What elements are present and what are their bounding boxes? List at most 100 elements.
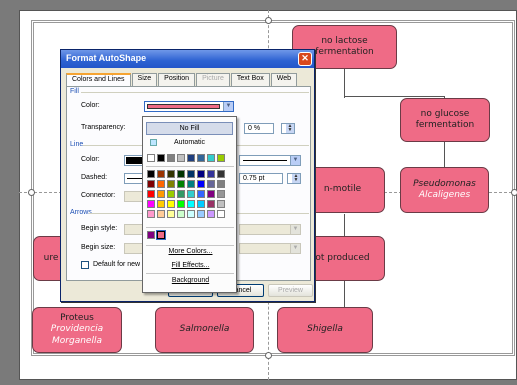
color-swatch[interactable] [167, 154, 175, 162]
tab-web[interactable]: Web [270, 73, 297, 86]
color-swatch[interactable] [167, 190, 175, 198]
background-label: Background [171, 277, 210, 284]
resize-handle-bottom[interactable] [265, 352, 272, 359]
color-swatch[interactable] [197, 180, 205, 188]
tab-colors-and-lines[interactable]: Colors and Lines [66, 73, 131, 87]
node-proteus[interactable]: Proteus Providencia Morganella [32, 307, 122, 353]
color-swatch[interactable] [217, 180, 225, 188]
begin-style-label: Begin style: [81, 225, 118, 232]
color-swatch[interactable] [187, 170, 195, 178]
color-swatch[interactable] [197, 210, 205, 218]
recent-color-swatch[interactable] [147, 231, 155, 239]
transparency-stepper[interactable]: ▲ ▼ [281, 123, 295, 134]
color-swatch[interactable] [177, 200, 185, 208]
color-swatch[interactable] [147, 200, 155, 208]
resize-handle-left[interactable] [28, 189, 35, 196]
connector-line [344, 280, 345, 307]
color-swatch[interactable] [217, 190, 225, 198]
color-swatch[interactable] [207, 154, 215, 162]
recent-color-swatch[interactable] [156, 230, 166, 240]
color-swatch[interactable] [177, 190, 185, 198]
line-weight-field[interactable]: 0.75 pt [239, 173, 283, 184]
line-style-preview [243, 160, 287, 161]
node-shigella[interactable]: Shigella [277, 307, 373, 353]
color-swatch[interactable] [167, 210, 175, 218]
color-swatch[interactable] [207, 200, 215, 208]
line-style-dropdown[interactable]: ▼ [239, 155, 301, 166]
connector-line [344, 214, 345, 236]
node-no-glucose[interactable]: no glucose fermentation [400, 98, 490, 142]
dialog-title: Format AutoShape [66, 53, 147, 63]
color-swatch[interactable] [187, 190, 195, 198]
resize-handle-right[interactable] [511, 189, 517, 196]
background-item[interactable]: Background [143, 277, 238, 284]
node-label: Pseudomonas [413, 178, 476, 189]
color-swatch[interactable] [207, 170, 215, 178]
color-swatch[interactable] [157, 170, 165, 178]
transparency-value-field[interactable]: 0 % [244, 123, 274, 134]
color-swatch[interactable] [177, 154, 185, 162]
color-swatch[interactable] [157, 190, 165, 198]
color-swatch[interactable] [157, 200, 165, 208]
color-swatch[interactable] [177, 180, 185, 188]
resize-handle-top[interactable] [265, 17, 272, 24]
color-swatch[interactable] [157, 180, 165, 188]
chevron-down-icon[interactable]: ▼ [223, 102, 233, 111]
color-swatch[interactable] [217, 170, 225, 178]
color-swatch[interactable] [197, 200, 205, 208]
default-checkbox[interactable] [81, 261, 89, 269]
color-swatch[interactable] [167, 180, 175, 188]
dash-preview [127, 178, 143, 179]
recent-color-row [147, 230, 225, 240]
color-swatch[interactable] [197, 154, 205, 162]
tab-size[interactable]: Size [131, 73, 158, 86]
color-swatch[interactable] [147, 154, 155, 162]
color-swatch[interactable] [147, 180, 155, 188]
close-icon[interactable]: ✕ [298, 52, 312, 66]
divider [146, 166, 234, 167]
color-swatch[interactable] [207, 190, 215, 198]
color-swatch[interactable] [207, 180, 215, 188]
color-swatch[interactable] [147, 170, 155, 178]
color-swatch[interactable] [187, 154, 195, 162]
fill-color-label: Color: [81, 102, 100, 109]
fill-effects-label: Fill Effects... [171, 262, 210, 269]
color-swatch[interactable] [147, 190, 155, 198]
more-colors-item[interactable]: More Colors... [143, 248, 238, 255]
color-swatch[interactable] [157, 154, 165, 162]
color-swatch[interactable] [167, 170, 175, 178]
automatic-button[interactable]: Automatic [146, 137, 233, 150]
no-fill-button[interactable]: No Fill [146, 122, 233, 135]
color-swatch[interactable] [177, 210, 185, 218]
tab-text-box[interactable]: Text Box [230, 73, 270, 86]
node-pseudomonas[interactable]: Pseudomonas Alcaligenes [400, 167, 489, 213]
color-swatch[interactable] [177, 170, 185, 178]
chevron-down-icon: ▼ [290, 225, 300, 234]
color-swatch[interactable] [167, 200, 175, 208]
chevron-down-icon[interactable]: ▼ [290, 156, 300, 165]
node-label: no glucose fermentation [415, 108, 475, 130]
color-swatch[interactable] [157, 210, 165, 218]
color-swatch[interactable] [217, 200, 225, 208]
color-swatch[interactable] [147, 210, 155, 218]
color-swatch[interactable] [187, 180, 195, 188]
color-swatch[interactable] [187, 210, 195, 218]
tab-position[interactable]: Position [158, 73, 196, 86]
fill-color-dropdown[interactable]: ▼ [144, 101, 234, 112]
color-swatch[interactable] [217, 210, 225, 218]
connector-line [444, 142, 445, 167]
dialog-titlebar[interactable]: Format AutoShape ✕ [61, 50, 314, 68]
color-swatch[interactable] [197, 190, 205, 198]
spinner-icon[interactable]: ▲ ▼ [286, 124, 294, 133]
scheme-color-row [147, 154, 225, 162]
fill-effects-item[interactable]: Fill Effects... [143, 262, 238, 269]
color-swatch[interactable] [207, 210, 215, 218]
node-salmonella[interactable]: Salmonella [155, 307, 254, 353]
line-weight-stepper[interactable]: ▲ ▼ [287, 173, 301, 184]
spinner-icon[interactable]: ▲ ▼ [292, 174, 300, 183]
color-swatch[interactable] [197, 170, 205, 178]
color-swatch[interactable] [187, 200, 195, 208]
color-swatch[interactable] [217, 154, 225, 162]
node-label: Salmonella [179, 324, 230, 335]
more-colors-label: More Colors... [168, 248, 213, 255]
